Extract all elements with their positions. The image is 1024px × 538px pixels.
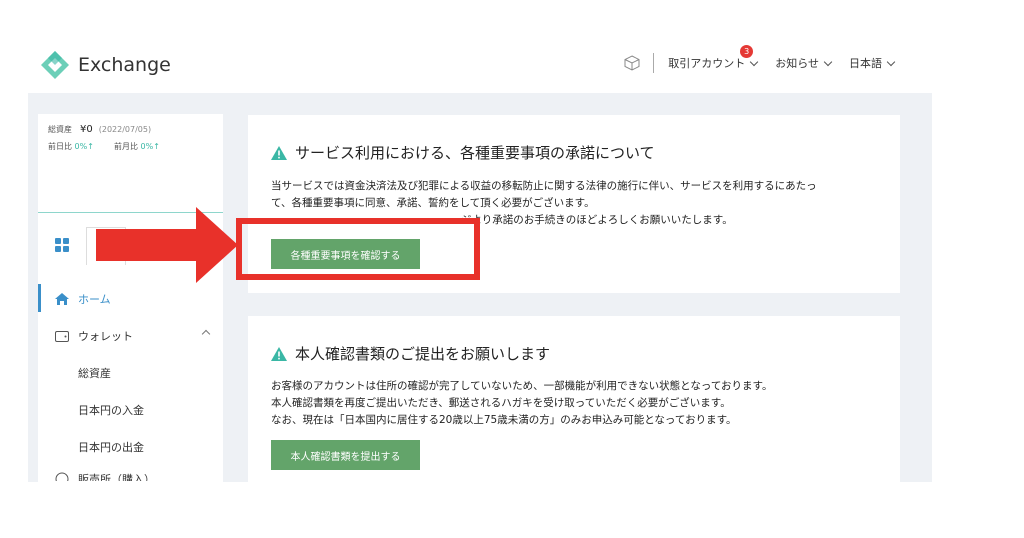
header-nav: 取引アカウント 3 お知らせ 日本語 xyxy=(623,45,896,73)
sidebar-item-label: 日本円の入金 xyxy=(78,403,144,417)
sidebar-item-buy[interactable]: 販売所（購入） xyxy=(38,465,223,481)
sidebar-nav: ホーム ウォレット 総資産 日本円の入金 日本円の出金 販売所（購入） xyxy=(38,280,223,481)
day-change: 前日比 0%↑ xyxy=(48,141,94,152)
arrow-up-icon: ↑ xyxy=(153,142,160,151)
chevron-up-icon xyxy=(201,329,211,339)
logo-icon xyxy=(41,51,69,79)
card-body: お客様のアカウントは住所の確認が完了していないため、一部機能が利用できない状態と… xyxy=(271,378,891,429)
body-line: なお、現在は「日本国内に居住する20歳以上75歳未満の方」のみお申込み可能となっ… xyxy=(271,414,737,426)
language-menu[interactable]: 日本語 xyxy=(849,55,896,71)
sidebar-item-label: ホーム xyxy=(78,292,111,306)
chevron-down-icon xyxy=(886,57,896,66)
arrow-up-icon: ↑ xyxy=(87,142,94,151)
tab-grid[interactable] xyxy=(38,227,86,265)
sidebar-item-total-assets[interactable]: 総資産 xyxy=(38,354,223,391)
annotation-arrow-icon xyxy=(96,207,238,283)
sidebar-item-label: 日本円の出金 xyxy=(78,440,144,454)
card-title: 本人確認書類のご提出をお願いします xyxy=(271,343,550,364)
asset-date: (2022/07/05) xyxy=(98,125,152,134)
header-divider xyxy=(653,53,655,73)
card-title-text: 本人確認書類のご提出をお願いします xyxy=(295,345,551,363)
account-menu[interactable]: 取引アカウント 3 xyxy=(668,45,759,71)
cube-icon[interactable] xyxy=(623,54,641,72)
notification-badge: 3 xyxy=(740,45,754,58)
grid-icon xyxy=(55,238,69,252)
day-change-value: 0% xyxy=(74,142,88,151)
sidebar-item-wallet[interactable]: ウォレット xyxy=(38,317,223,354)
month-change-value: 0% xyxy=(140,142,154,151)
body-line: お客様のアカウントは住所の確認が完了していないため、一部機能が利用できない状態と… xyxy=(271,380,773,392)
chevron-down-icon xyxy=(749,57,759,66)
total-assets-value: ¥0 xyxy=(80,124,93,135)
wallet-icon xyxy=(55,330,69,342)
sidebar-item-label: 販売所（購入） xyxy=(78,473,155,481)
card-title: サービス利用における、各種重要事項の承諾について xyxy=(271,142,655,163)
warning-icon xyxy=(271,145,287,160)
language-label: 日本語 xyxy=(849,57,882,70)
card-title-text: サービス利用における、各種重要事項の承諾について xyxy=(295,144,655,162)
body-line: 当サービスでは資金決済法及び犯罪による収益の移転防止に関する法律の施行に伴い、サ… xyxy=(271,180,817,192)
notice-menu[interactable]: お知らせ xyxy=(775,55,833,71)
sidebar-item-jpy-withdraw[interactable]: 日本円の出金 xyxy=(38,428,223,465)
month-change-label: 前月比 xyxy=(113,142,138,151)
sidebar: 総資産 ¥0 (2022/07/05) 前日比 0%↑ 前月比 0%↑ ホーム xyxy=(38,114,223,482)
sidebar-item-jpy-deposit[interactable]: 日本円の入金 xyxy=(38,391,223,428)
body-line: て、各種重要事項に同意、承諾、誓約をして頂く必要がございます。 xyxy=(271,197,595,209)
body-line: 本人確認書類を再度ご提出いただき、郵送されるハガキを受け取っていただく必要がござ… xyxy=(271,397,731,409)
logo[interactable]: Exchange xyxy=(40,50,171,80)
sidebar-item-home[interactable]: ホーム xyxy=(38,280,223,317)
account-label: 取引アカウント xyxy=(668,57,746,70)
total-assets-label: 総資産 xyxy=(48,125,72,134)
id-verification-card: 本人確認書類のご提出をお願いします お客様のアカウントは住所の確認が完了していな… xyxy=(248,316,900,482)
chevron-down-icon xyxy=(823,57,833,66)
submit-id-button[interactable]: 本人確認書類を提出する xyxy=(271,440,420,470)
exchange-icon xyxy=(55,472,69,481)
notice-label: お知らせ xyxy=(775,57,819,70)
logo-text: Exchange xyxy=(78,54,171,76)
sidebar-item-label: ウォレット xyxy=(78,329,133,343)
home-icon xyxy=(55,292,69,305)
sidebar-item-label: 総資産 xyxy=(78,366,111,380)
warning-icon xyxy=(271,346,287,361)
month-change: 前月比 0%↑ xyxy=(114,141,160,152)
asset-summary: 総資産 ¥0 (2022/07/05) 前日比 0%↑ 前月比 0%↑ xyxy=(38,114,223,152)
day-change-label: 前日比 xyxy=(48,142,72,151)
